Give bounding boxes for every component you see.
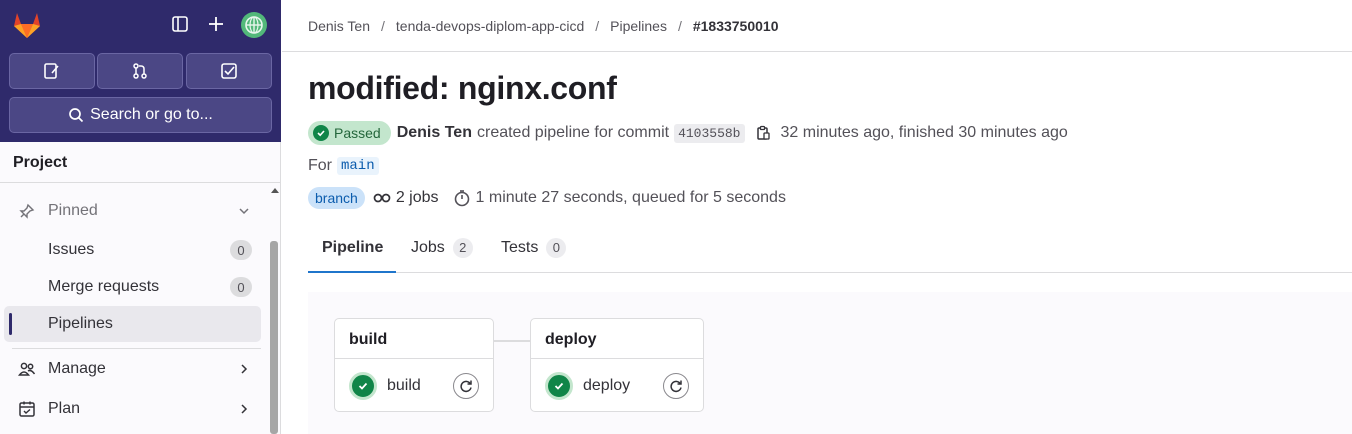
issues-count-badge: 0 xyxy=(230,240,252,260)
check-circle-icon xyxy=(313,125,329,141)
merge-request-icon xyxy=(133,63,147,79)
commit-sha-link[interactable]: 4103558b xyxy=(674,123,745,143)
breadcrumb: Denis Ten / tenda-devops-diplom-app-cicd… xyxy=(282,0,1352,52)
breadcrumb-separator: / xyxy=(677,17,682,34)
todo-icon xyxy=(221,63,237,79)
breadcrumb-item-user[interactable]: Denis Ten xyxy=(308,18,370,34)
tab-tests[interactable]: Tests 0 xyxy=(501,222,567,273)
page-title: modified: nginx.conf xyxy=(308,70,617,106)
sidebar-item-label: Pipelines xyxy=(48,315,113,332)
jobs-count: 2 jobs xyxy=(395,189,439,206)
status-badge[interactable]: Passed xyxy=(308,121,391,145)
sidebar-item-label: Issues xyxy=(48,241,95,258)
stage-deploy: deploy deploy xyxy=(530,318,704,412)
context-title: Project xyxy=(0,142,281,183)
created-text: created pipeline for commit xyxy=(476,124,670,141)
issues-icon xyxy=(44,63,59,79)
active-tab-indicator xyxy=(308,271,396,273)
branch-badge: branch xyxy=(308,187,365,209)
pinned-section-toggle[interactable]: Pinned xyxy=(4,193,261,229)
merge-requests-quick-button[interactable] xyxy=(97,53,183,89)
job-deploy[interactable]: deploy xyxy=(545,372,689,400)
pipeline-time-text: 32 minutes ago, finished 30 minutes ago xyxy=(780,124,1068,141)
sidebar-item-label: Merge requests xyxy=(48,278,160,295)
retry-icon xyxy=(670,380,682,393)
job-name: deploy xyxy=(583,377,631,394)
pinned-label: Pinned xyxy=(48,202,98,219)
job-build[interactable]: build xyxy=(349,372,479,400)
merge-requests-count-badge: 0 xyxy=(230,277,252,297)
tab-label: Pipeline xyxy=(322,238,384,256)
chevron-right-icon xyxy=(237,402,251,416)
tab-count-badge: 0 xyxy=(546,237,567,258)
scroll-up-arrow-icon[interactable] xyxy=(271,188,279,193)
sidebar-divider xyxy=(12,348,261,349)
pipeline-jobs-icon xyxy=(373,191,391,205)
chevron-right-icon xyxy=(237,362,251,376)
breadcrumb-separator: / xyxy=(595,17,600,34)
search-button[interactable]: Search or go to... xyxy=(9,97,272,133)
sidebar-item-manage[interactable]: Manage xyxy=(4,351,261,387)
pipeline-summary: Passed Denis Ten created pipeline for co… xyxy=(308,120,1068,146)
scroll-thumb[interactable] xyxy=(270,241,278,434)
tab-label: Tests xyxy=(501,238,539,256)
sidebar-item-label: Manage xyxy=(48,360,106,377)
breadcrumb-item-current[interactable]: #1833750010 xyxy=(693,18,779,34)
sidebar-header: Search or go to... xyxy=(0,0,281,142)
retry-button[interactable] xyxy=(663,373,689,399)
tab-jobs[interactable]: Jobs 2 xyxy=(411,222,473,273)
sidebar-item-label: Plan xyxy=(48,400,81,417)
issues-quick-button[interactable] xyxy=(9,53,95,89)
users-icon xyxy=(18,360,36,378)
breadcrumb-item-pipelines[interactable]: Pipelines xyxy=(610,18,667,34)
pin-icon xyxy=(18,202,36,220)
tab-count-badge: 2 xyxy=(452,237,473,258)
tab-label: Jobs xyxy=(411,238,445,256)
breadcrumb-separator: / xyxy=(381,17,385,34)
stage-connector xyxy=(494,340,530,342)
gitlab-logo-icon[interactable] xyxy=(12,11,42,39)
pipeline-ref-line: For main xyxy=(308,154,379,178)
check-circle-icon xyxy=(545,372,573,400)
job-name: build xyxy=(387,377,421,394)
sidebar: Search or go to... Project Pinned Issues… xyxy=(0,0,281,434)
search-label: Search or go to... xyxy=(90,106,213,123)
retry-icon xyxy=(460,380,472,393)
plus-icon[interactable] xyxy=(206,14,226,34)
author-link[interactable]: Denis Ten xyxy=(397,124,472,142)
sidebar-item-pipelines[interactable]: Pipelines xyxy=(4,306,261,342)
breadcrumb-item-project[interactable]: tenda-devops-diplom-app-cicd xyxy=(396,18,584,34)
pipeline-info-line: branch 2 jobs 1 minute 27 seconds, queue… xyxy=(308,186,786,210)
stage-title: build xyxy=(335,319,493,359)
search-icon xyxy=(69,108,84,123)
sidebar-item-issues[interactable]: Issues 0 xyxy=(4,232,261,268)
for-label: For xyxy=(308,157,332,174)
sidebar-item-plan[interactable]: Plan xyxy=(4,391,261,427)
avatar[interactable] xyxy=(241,12,267,38)
pipeline-tabs: Pipeline Jobs 2 Tests 0 xyxy=(308,222,1352,273)
stage-build: build build xyxy=(334,318,494,412)
check-circle-icon xyxy=(349,372,377,400)
ref-link[interactable]: main xyxy=(337,157,379,175)
status-label: Passed xyxy=(334,125,381,141)
calendar-icon xyxy=(18,400,36,418)
toggle-sidebar-icon[interactable] xyxy=(170,14,190,34)
stage-title: deploy xyxy=(531,319,703,359)
chevron-down-icon xyxy=(237,204,251,218)
active-indicator xyxy=(9,313,12,335)
timer-icon xyxy=(453,189,471,207)
todo-quick-button[interactable] xyxy=(186,53,272,89)
retry-button[interactable] xyxy=(453,373,479,399)
copy-icon[interactable] xyxy=(755,125,771,141)
tab-pipeline[interactable]: Pipeline xyxy=(322,222,383,273)
duration-text: 1 minute 27 seconds, queued for 5 second… xyxy=(475,189,786,206)
sidebar-item-merge-requests[interactable]: Merge requests 0 xyxy=(4,269,261,305)
